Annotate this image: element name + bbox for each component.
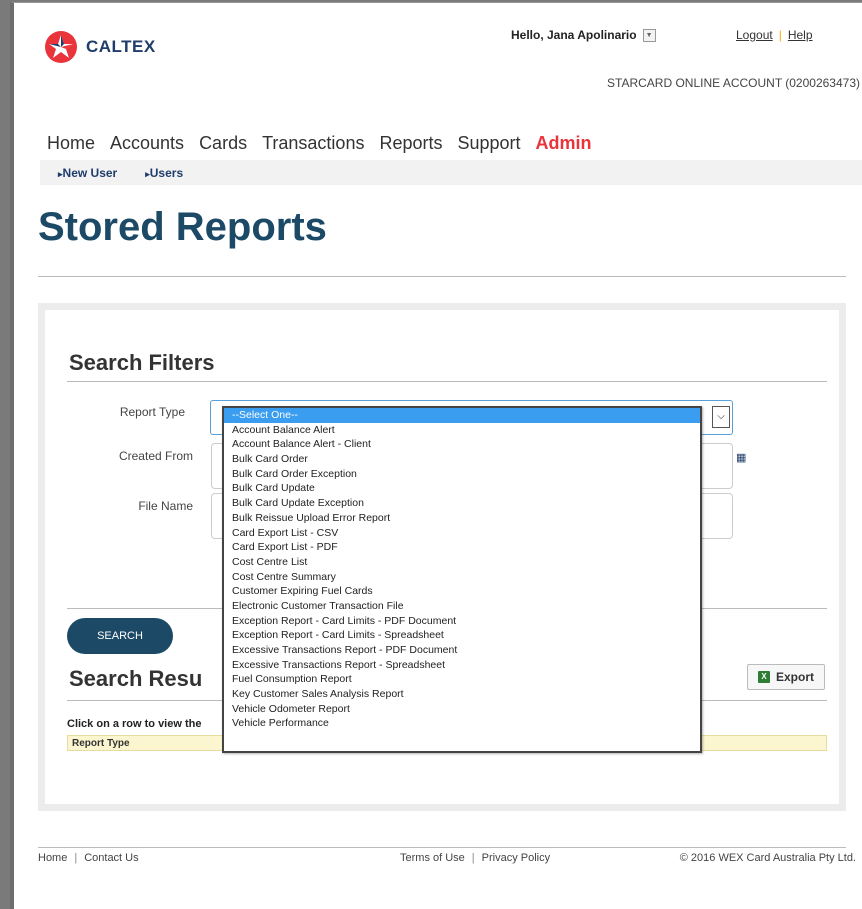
spreadsheet-icon: X [757, 671, 770, 683]
dropdown-option[interactable]: Customer Expiring Fuel Cards [224, 584, 700, 599]
chevron-down-icon[interactable]: ⌵ [712, 406, 730, 428]
dropdown-option[interactable]: Excessive Transactions Report - Spreadsh… [224, 658, 700, 673]
export-label: Export [775, 670, 814, 684]
calendar-icon[interactable]: ▦ [736, 451, 746, 464]
nav-transactions[interactable]: Transactions [262, 133, 364, 154]
nav-cards[interactable]: Cards [199, 133, 247, 154]
divider [67, 381, 827, 382]
report-type-label: Report Type [119, 405, 185, 419]
nav-admin[interactable]: Admin [536, 133, 592, 154]
footer-contact-link[interactable]: Contact Us [84, 852, 138, 864]
brand-name: CALTEX [86, 37, 156, 56]
footer-center-links: Terms of Use | Privacy Policy [400, 852, 551, 864]
main-nav: Home Accounts Cards Transactions Reports… [47, 133, 592, 154]
caltex-star-icon [45, 31, 77, 63]
logout-link[interactable]: Logout [736, 28, 773, 42]
sub-nav: New User Users [40, 160, 862, 185]
dropdown-option[interactable]: Fuel Consumption Report [224, 672, 700, 687]
file-name-label: File Name [138, 499, 193, 513]
search-button[interactable]: SEARCH [67, 618, 173, 654]
dropdown-option[interactable]: Exception Report - Card Limits - PDF Doc… [224, 614, 700, 629]
dropdown-option[interactable]: Account Balance Alert [224, 423, 700, 438]
dropdown-option[interactable]: Vehicle Odometer Report [224, 702, 700, 717]
dropdown-option[interactable]: Card Export List - PDF [224, 540, 700, 555]
dropdown-option[interactable]: Bulk Reissue Upload Error Report [224, 511, 700, 526]
dropdown-option[interactable]: Electronic Customer Transaction File [224, 599, 700, 614]
dropdown-option[interactable]: Cost Centre Summary [224, 570, 700, 585]
account-number: STARCARD ONLINE ACCOUNT (0200263473) [607, 76, 860, 90]
footer-left-links: Home | Contact Us [38, 852, 139, 864]
nav-home[interactable]: Home [47, 133, 95, 154]
divider [38, 276, 846, 277]
dropdown-option[interactable]: Bulk Card Order [224, 452, 700, 467]
export-button[interactable]: X Export [747, 664, 825, 690]
footer-privacy-link[interactable]: Privacy Policy [482, 852, 550, 864]
results-hint: Click on a row to view the [67, 718, 202, 730]
footer-copyright: © 2016 WEX Card Australia Pty Ltd. [679, 852, 856, 864]
user-greeting[interactable]: Hello, Jana Apolinario ▼ [511, 28, 656, 42]
search-results-title: Search Resu [69, 666, 203, 691]
report-type-dropdown-list[interactable]: --Select One-- Account Balance Alert Acc… [222, 406, 702, 753]
footer-terms-link[interactable]: Terms of Use [400, 852, 465, 864]
separator: | [778, 28, 782, 42]
dropdown-option[interactable]: Vehicle Performance [224, 716, 700, 731]
dropdown-option[interactable]: --Select One-- [224, 408, 700, 423]
dropdown-option[interactable]: Bulk Card Update [224, 481, 700, 496]
user-menu-dropdown-icon[interactable]: ▼ [642, 28, 656, 42]
dropdown-option[interactable]: Excessive Transactions Report - PDF Docu… [224, 643, 700, 658]
help-link[interactable]: Help [788, 28, 813, 42]
subnav-new-user[interactable]: New User [58, 166, 118, 180]
dropdown-option[interactable]: Key Customer Sales Analysis Report [224, 687, 700, 702]
subnav-users[interactable]: Users [145, 166, 183, 180]
search-filters-title: Search Filters [69, 350, 215, 375]
top-links: Logout | Help [736, 28, 813, 42]
dropdown-option[interactable]: Bulk Card Order Exception [224, 467, 700, 482]
nav-reports[interactable]: Reports [379, 133, 442, 154]
footer-home-link[interactable]: Home [38, 852, 67, 864]
nav-accounts[interactable]: Accounts [110, 133, 184, 154]
page-title: Stored Reports [38, 205, 327, 249]
browser-window: CALTEX Hello, Jana Apolinario ▼ Logout | H… [10, 2, 862, 909]
caltex-logo[interactable]: CALTEX [44, 30, 156, 64]
dropdown-option[interactable]: Card Export List - CSV [224, 526, 700, 541]
dropdown-option[interactable]: Account Balance Alert - Client [224, 437, 700, 452]
dropdown-option[interactable]: Exception Report - Card Limits - Spreads… [224, 628, 700, 643]
created-from-label: Created From [118, 449, 193, 463]
dropdown-option[interactable]: Bulk Card Update Exception [224, 496, 700, 511]
dropdown-option[interactable]: Cost Centre List [224, 555, 700, 570]
nav-support[interactable]: Support [457, 133, 520, 154]
greeting-text: Hello, Jana Apolinario [511, 28, 637, 42]
footer-divider [38, 847, 846, 848]
